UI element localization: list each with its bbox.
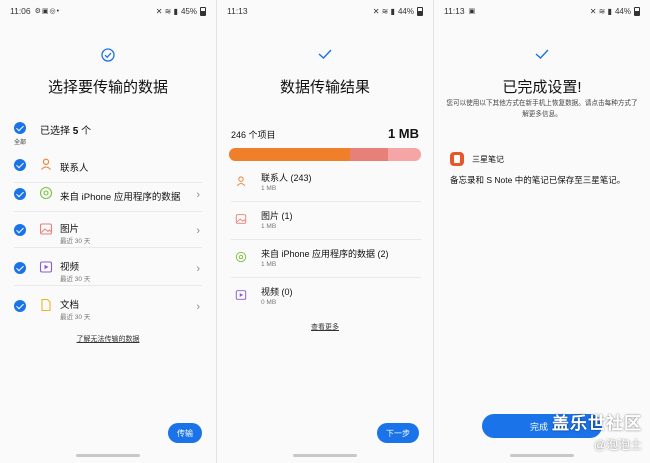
gesture-bar[interactable] bbox=[293, 454, 357, 457]
notification-icons: ⚙▣◎• bbox=[34, 8, 61, 15]
status-time: 11:06 bbox=[10, 6, 31, 16]
watermark-community: 盖乐世社区 bbox=[552, 414, 642, 433]
result-item-videos: 视频 (0) 0 MB bbox=[231, 278, 421, 316]
select-all-checkbox[interactable] bbox=[14, 122, 26, 134]
battery-percent: 44% bbox=[614, 6, 631, 16]
selected-suffix: 个 bbox=[78, 126, 92, 137]
samsung-notes-icon bbox=[450, 152, 464, 166]
status-time: 11:13 bbox=[444, 6, 465, 16]
select-all-row[interactable]: 已选择 5 个 全部 bbox=[14, 120, 202, 146]
notes-message: 备忘录和 S Note 中的笔记已保存至三星笔记。 bbox=[450, 175, 626, 185]
chevron-right-icon[interactable]: › bbox=[196, 225, 200, 237]
battery-icon bbox=[634, 6, 640, 16]
item-label: 来自 iPhone 应用程序的数据 bbox=[60, 192, 181, 203]
bar-segment-app-data bbox=[388, 148, 421, 161]
total-size: 1 MB bbox=[387, 126, 419, 141]
data-item-documents[interactable]: 文档 最近 30 天 › bbox=[14, 288, 202, 324]
status-bar: 11:06 ⚙▣◎• ✕ ≋ ▮ 45% bbox=[0, 0, 216, 22]
battery-percent: 44% bbox=[397, 6, 414, 16]
item-label: 联系人 bbox=[60, 163, 89, 174]
result-label: 视频 (0) bbox=[261, 287, 293, 297]
item-count: 246 个项目 bbox=[231, 130, 276, 140]
result-item-contacts: 联系人 (243) 1 MB bbox=[231, 164, 421, 202]
notification-icons: ▣ bbox=[468, 8, 477, 15]
learn-untransferable-link[interactable]: 了解无法传输的数据 bbox=[0, 334, 216, 344]
status-time: 11:13 bbox=[227, 6, 248, 16]
item-checkbox[interactable] bbox=[14, 300, 26, 312]
screen-transfer-result: 11:13 ✕ ≋ ▮ 44% 数据传输结果 246 个项目 1 MB 联系人 … bbox=[217, 0, 433, 463]
result-label: 联系人 (243) bbox=[261, 173, 312, 183]
result-label: 来自 iPhone 应用程序的数据 (2) bbox=[261, 249, 389, 259]
result-size: 1 MB bbox=[261, 185, 277, 192]
result-item-app-data: 来自 iPhone 应用程序的数据 (2) 1 MB bbox=[231, 240, 421, 278]
restore-description: 您可以使用以下其他方式在新手机上恢复数据。请点击每种方式了解更多信息。 bbox=[446, 100, 638, 118]
page-title: 数据传输结果 bbox=[279, 79, 370, 96]
image-icon bbox=[235, 214, 247, 224]
check-circle-icon bbox=[101, 48, 115, 62]
document-icon bbox=[41, 298, 51, 312]
checkmark-icon bbox=[535, 49, 549, 59]
bar-segment-contacts bbox=[229, 148, 350, 161]
item-checkbox[interactable] bbox=[14, 159, 26, 171]
gesture-bar[interactable] bbox=[510, 454, 574, 457]
data-item-images[interactable]: 图片 最近 30 天 › bbox=[14, 212, 202, 248]
bar-segment-images bbox=[349, 148, 389, 161]
app-data-icon bbox=[39, 186, 53, 200]
item-checkbox[interactable] bbox=[14, 262, 26, 274]
signal-icon: ✕ ≋ ▮ bbox=[372, 6, 395, 16]
image-icon bbox=[39, 223, 53, 235]
item-label: 文档 bbox=[60, 300, 80, 311]
battery-percent: 45% bbox=[180, 6, 197, 16]
data-item-app-data[interactable]: 来自 iPhone 应用程序的数据 › bbox=[14, 176, 202, 212]
video-icon bbox=[235, 290, 247, 300]
chevron-right-icon[interactable]: › bbox=[196, 263, 200, 275]
contacts-icon bbox=[41, 158, 51, 170]
status-bar: 11:13 ✕ ≋ ▮ 44% bbox=[217, 0, 433, 22]
gesture-bar[interactable] bbox=[76, 454, 140, 457]
page-title: 已完成设置! bbox=[502, 79, 582, 96]
item-sublabel: 最近 30 天 bbox=[60, 314, 91, 321]
item-checkbox[interactable] bbox=[14, 224, 26, 236]
battery-icon bbox=[200, 6, 206, 16]
view-more-link[interactable]: 查看更多 bbox=[217, 322, 433, 332]
selected-prefix: 已选择 bbox=[40, 126, 73, 137]
result-size: 1 MB bbox=[261, 223, 277, 230]
storage-bar bbox=[229, 148, 421, 161]
screen-select-data: 11:06 ⚙▣◎• ✕ ≋ ▮ 45% 选择要传输的数据 已选择 5 个 全部… bbox=[0, 0, 216, 463]
signal-icon: ✕ ≋ ▮ bbox=[155, 6, 178, 16]
item-label: 图片 bbox=[60, 224, 80, 235]
watermark: 盖乐世社区 @泡泡土 bbox=[552, 409, 642, 453]
contacts-icon bbox=[236, 176, 246, 187]
item-sublabel: 最近 30 天 bbox=[60, 238, 91, 245]
item-checkbox[interactable] bbox=[14, 188, 26, 200]
checkmark-icon bbox=[318, 49, 332, 59]
result-label: 图片 (1) bbox=[261, 211, 293, 221]
chevron-right-icon[interactable]: › bbox=[196, 301, 200, 313]
result-size: 1 MB bbox=[261, 261, 277, 268]
transfer-summary: 246 个项目 1 MB bbox=[231, 126, 419, 142]
signal-icon: ✕ ≋ ▮ bbox=[589, 6, 612, 16]
watermark-author: @泡泡土 bbox=[593, 438, 642, 452]
next-button[interactable]: 下一步 bbox=[377, 423, 419, 443]
result-item-images: 图片 (1) 1 MB bbox=[231, 202, 421, 240]
screen-setup-complete: 11:13 ▣ ✕ ≋ ▮ 44% 已完成设置! 您可以使用以下其他方式在新手机… bbox=[434, 0, 650, 463]
app-data-icon bbox=[235, 251, 247, 263]
result-size: 0 MB bbox=[261, 299, 277, 306]
battery-icon bbox=[417, 6, 423, 16]
page-title: 选择要传输的数据 bbox=[47, 79, 168, 96]
item-sublabel: 最近 30 天 bbox=[60, 276, 91, 283]
select-all-label: 全部 bbox=[14, 140, 27, 146]
chevron-right-icon[interactable]: › bbox=[196, 189, 200, 201]
item-label: 视频 bbox=[60, 262, 80, 273]
status-bar: 11:13 ▣ ✕ ≋ ▮ 44% bbox=[434, 0, 650, 22]
data-item-videos[interactable]: 视频 最近 30 天 › bbox=[14, 250, 202, 286]
app-name: 三星笔记 bbox=[472, 155, 504, 164]
video-icon bbox=[39, 261, 53, 273]
transfer-button[interactable]: 传输 bbox=[168, 423, 202, 443]
